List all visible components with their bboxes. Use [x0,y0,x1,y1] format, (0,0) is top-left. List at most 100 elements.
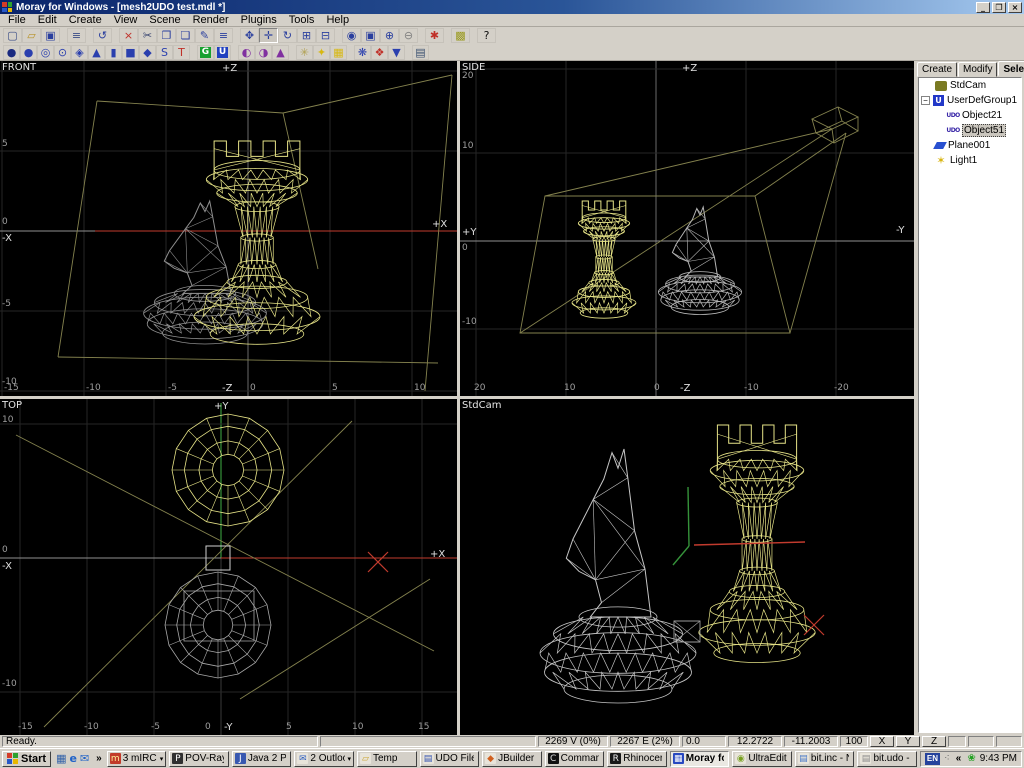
axis-lock-button[interactable]: X [870,736,894,747]
menu-item[interactable]: Create [63,14,108,26]
tree-item[interactable]: UDO Object51 [919,123,1021,138]
create-cone-button[interactable]: ▲ [88,45,105,60]
task-button[interactable]: R Rhinoceros ... [607,751,667,767]
tree-item[interactable]: − U UserDefGroup1 [919,93,1021,108]
tree-node-label[interactable]: StdCam [950,80,986,91]
menu-item[interactable]: View [108,14,144,26]
tree-item[interactable]: StdCam [919,78,1021,93]
panel-tab[interactable]: Modify [958,62,997,77]
create-area-light-button[interactable]: ▦ [330,45,347,60]
tree-item[interactable]: UDO Object21 [919,108,1021,123]
viewport-canvas-top[interactable] [0,399,457,735]
viewport-canvas-stdcam[interactable] [460,399,914,735]
outlook-mail-icon[interactable]: ✉ [80,752,89,765]
create-lathe-button[interactable]: ◆ [139,45,156,60]
render-engine-button[interactable]: ▤ [412,45,429,60]
tree-item[interactable]: Plane001 [919,138,1021,153]
move-object-button[interactable]: ✛ [259,28,278,43]
task-button[interactable]: ◉ UltraEdit-32 [732,751,792,767]
create-cylinder-button[interactable]: ▮ [105,45,122,60]
open-file-button[interactable]: ▱ [22,28,41,43]
tree-node-label[interactable]: Plane001 [948,140,990,151]
task-button[interactable]: J Java 2 Platf... [232,751,292,767]
internet-explorer-icon[interactable]: e [69,752,76,765]
menu-item[interactable]: File [2,14,32,26]
create-spot-light-button[interactable]: ✦ [313,45,330,60]
axis-lock-button[interactable]: Z [922,736,946,747]
copy-button[interactable]: ❐ [157,28,176,43]
create-sphere-button[interactable]: ● [20,45,37,60]
render-preview-button[interactable]: ◉ [342,28,361,43]
create-camera-button[interactable]: ❋ [354,45,371,60]
viewport-canvas-front[interactable] [0,61,457,396]
menu-item[interactable]: Scene [143,14,186,26]
menu-item[interactable]: Plugins [235,14,283,26]
csg-intersection-button[interactable]: ◑ [255,45,272,60]
render-scene-button[interactable]: ▩ [451,28,470,43]
restore-button[interactable]: ❐ [992,2,1006,13]
clock[interactable]: 9:43 PM [980,753,1017,764]
create-sor-button[interactable]: S [156,45,173,60]
task-button[interactable]: C Command P... [545,751,605,767]
pan-view-button[interactable]: ✥ [240,28,259,43]
new-file-button[interactable]: ▢ [3,28,22,43]
csg-merge-button[interactable]: ▲ [272,45,289,60]
cut-button[interactable]: ✂ [138,28,157,43]
paste-button[interactable]: ❏ [176,28,195,43]
create-box-button[interactable]: ■ [122,45,139,60]
quick-launch-chevron-icon[interactable]: » [94,753,104,764]
csg-difference-button[interactable]: ◐ [238,45,255,60]
menu-item[interactable]: Help [320,14,355,26]
tray-agent-icon[interactable]: ⁖ [944,753,950,764]
close-button[interactable]: × [1008,2,1022,13]
import-udo-button[interactable]: ▼ [388,45,405,60]
csg-union-button[interactable]: U [214,45,231,60]
save-file-button[interactable]: ▣ [41,28,60,43]
create-point-light-button[interactable]: ✳ [296,45,313,60]
create-text-button[interactable]: T [173,45,190,60]
tray-status-icon[interactable]: ❀ [967,753,975,764]
tray-chevron-icon[interactable]: « [954,753,964,764]
task-button[interactable]: ◆ JBuilder 5 - ... [482,751,542,767]
panel-tab[interactable]: Create [917,62,957,77]
menu-item[interactable]: Tools [283,14,321,26]
language-indicator[interactable]: EN [925,753,940,765]
axis-lock-button[interactable]: Y [896,736,920,747]
tree-node-label[interactable]: Object21 [962,110,1002,121]
create-mesh-button[interactable]: ◈ [71,45,88,60]
preferences-button[interactable]: ✱ [425,28,444,43]
tile-viewports-button[interactable]: ⊞ [297,28,316,43]
menu-item[interactable]: Edit [32,14,63,26]
task-button[interactable]: ✉ 2 Outlook ... ▾ [294,751,354,767]
undo-button[interactable]: ↺ [93,28,112,43]
tree-node-label[interactable]: Light1 [950,155,977,166]
viewport-canvas-side[interactable] [460,61,914,396]
help-button[interactable]: ? [477,28,496,43]
task-button[interactable]: ▦ Moray for ... [670,751,730,767]
zoom-in-button[interactable]: ⊕ [380,28,399,43]
export-scene-button[interactable]: ≡ [67,28,86,43]
task-button[interactable]: ▱ Temp [357,751,417,767]
panel-tab[interactable]: Select [998,61,1024,76]
rotate-object-button[interactable]: ↻ [278,28,297,43]
create-disc-button[interactable]: ⊙ [54,45,71,60]
single-viewport-button[interactable]: ⊟ [316,28,335,43]
create-torus-button[interactable]: ◎ [37,45,54,60]
task-button[interactable]: P POV-Ray fo... [169,751,229,767]
delete-button[interactable]: × [119,28,138,43]
tree-expander-icon[interactable]: − [921,96,930,105]
render-options-button[interactable]: ▣ [361,28,380,43]
zoom-out-button[interactable]: ⊖ [399,28,418,43]
app-icon[interactable] [2,2,12,12]
minimize-button[interactable]: _ [976,2,990,13]
task-dropdown-icon[interactable]: ▾ [160,755,164,763]
create-blob-button[interactable]: ● [3,45,20,60]
csg-group-button[interactable]: G [197,45,214,60]
tree-item[interactable]: ✶ Light1 [919,153,1021,168]
task-button[interactable]: m 3 mIRC ▾ [107,751,167,767]
tree-node-label[interactable]: Object51 [962,124,1006,137]
show-desktop-icon[interactable]: ▦ [56,752,66,765]
create-axes-button[interactable]: ❖ [371,45,388,60]
task-button[interactable]: ▤ bit.inc - Not... [795,751,855,767]
task-button[interactable]: ▤ UDO File Fo... [420,751,480,767]
